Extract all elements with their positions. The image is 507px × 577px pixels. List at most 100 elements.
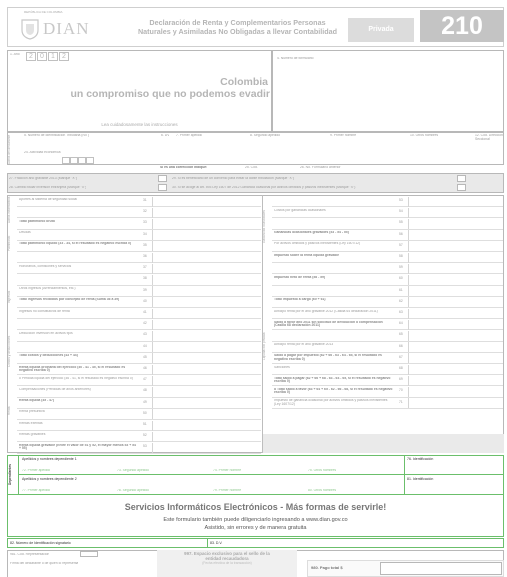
row-value-input[interactable]: [152, 330, 261, 342]
dep1-apellido2[interactable]: 73. Segundo apellido: [117, 469, 149, 473]
side-label-ganancias: Ganancias ocasionales: [262, 210, 266, 244]
dep2-apellido1[interactable]: 77. Primer apellido: [22, 489, 50, 493]
row-value-input[interactable]: [152, 442, 261, 454]
nit-input[interactable]: [22, 140, 158, 149]
row-value-input[interactable]: [152, 409, 261, 420]
row-label: Impuesto neto de renta (58 - 59): [274, 275, 326, 279]
row-value-input[interactable]: [408, 386, 503, 398]
otros-nombres-label: 10. Otros nombres: [410, 134, 439, 137]
privacy-label: Privada: [348, 18, 414, 42]
representation-input[interactable]: [80, 551, 98, 557]
fraccion-label: 27. Fracción año gravable 2013 (Marque "…: [9, 177, 77, 180]
row-value-input[interactable]: [152, 297, 261, 308]
row-value-input[interactable]: [152, 286, 261, 297]
row-number: 31: [143, 198, 147, 202]
row-value-input[interactable]: [152, 353, 261, 364]
row-value-input[interactable]: [152, 218, 261, 230]
row-value-input[interactable]: [152, 207, 261, 218]
dependent-id-divider: [404, 455, 405, 495]
correccion-label: Si es una corrección indique:: [160, 166, 208, 169]
row-label: [274, 332, 394, 342]
row-value-input[interactable]: [152, 241, 261, 252]
row-number: 54: [399, 209, 403, 214]
brand-small-text: REPÚBLICA DE COLOMBIA: [24, 10, 63, 14]
year-digit[interactable]: 2: [26, 52, 36, 61]
row-value-input[interactable]: [152, 263, 261, 274]
row-value-input[interactable]: [152, 274, 261, 286]
row-value-input[interactable]: [408, 230, 503, 241]
dep1-nombre1[interactable]: 74. Primer nombre: [213, 469, 241, 473]
row-value-input[interactable]: [408, 218, 503, 230]
row-number: 66: [399, 343, 403, 348]
row-value-input[interactable]: [408, 286, 503, 297]
row-value-input[interactable]: [408, 398, 503, 409]
row-number: 42: [143, 321, 147, 326]
row-value-input[interactable]: [152, 230, 261, 241]
actividad-input[interactable]: [62, 157, 94, 164]
form-number-field[interactable]: [272, 50, 504, 132]
row-value-input[interactable]: [408, 364, 503, 375]
row-value-input[interactable]: [408, 196, 503, 207]
apellido2-label: 8. Segundo apellido: [250, 134, 280, 137]
row-label: [19, 209, 137, 219]
row-value-input[interactable]: [408, 274, 503, 286]
dependents-tab: Dependientes: [8, 456, 19, 494]
row-value-input[interactable]: [152, 375, 261, 386]
row-number: 38: [143, 276, 147, 281]
year-digit[interactable]: 1: [48, 52, 58, 61]
row-value-input[interactable]: [152, 431, 261, 442]
signatory-divider: [207, 538, 208, 548]
dep2-apellido2[interactable]: 78. Segundo apellido: [117, 489, 149, 493]
fraccion-checkbox[interactable]: [158, 175, 167, 182]
row-value-input[interactable]: [408, 308, 503, 319]
convenio-checkbox[interactable]: [457, 175, 466, 182]
row-label: [19, 254, 137, 264]
bank-stamp-sub: (Fecha efectiva de la transacción): [202, 560, 252, 565]
year-digit[interactable]: 2: [59, 52, 69, 61]
dv-label: 6. DV: [161, 134, 170, 137]
row-value-input[interactable]: [152, 342, 261, 353]
row-value-input[interactable]: [408, 319, 503, 330]
row-value-input[interactable]: [152, 398, 261, 409]
row-value-input[interactable]: [408, 375, 503, 386]
nombre1-label: 9. Primer nombre: [330, 134, 357, 137]
row-number: 50: [143, 410, 147, 415]
payment-label: 980. Pago total $: [311, 566, 343, 570]
row-value-input[interactable]: [408, 252, 503, 263]
row-label: [274, 198, 394, 208]
row-number: 65: [399, 332, 403, 337]
dian-logo: REPÚBLICA DE COLOMBIA DIAN: [14, 10, 112, 44]
anterior-label: 26. No. Formulario anterior: [300, 166, 341, 169]
row-label: Deducción inversión en activos fijos: [19, 331, 73, 335]
row-value-input[interactable]: [408, 207, 503, 218]
row-value-input[interactable]: [408, 241, 503, 252]
row-value-input[interactable]: [408, 342, 503, 353]
row-value-input[interactable]: [408, 297, 503, 308]
row-label: Renta líquida gravable (Entre el valor d…: [19, 443, 136, 451]
signatory-row: [7, 538, 504, 548]
row-value-input[interactable]: [152, 308, 261, 319]
dep1-apellido1[interactable]: 72. Primer apellido: [22, 469, 50, 473]
row-value-input[interactable]: [408, 353, 503, 364]
row-value-input[interactable]: [152, 364, 261, 375]
cambio-checkbox[interactable]: [158, 184, 167, 191]
row-number: 45: [143, 354, 147, 359]
row-value-input[interactable]: [152, 252, 261, 263]
payment-input[interactable]: [380, 562, 502, 575]
row-number: 55: [399, 220, 403, 225]
row-value-input[interactable]: [408, 263, 503, 274]
dep2-nombre1[interactable]: 79. Primer nombre: [213, 489, 241, 493]
row-number: 69: [399, 377, 403, 382]
dep1-otros[interactable]: 75. Otros nombres: [308, 469, 336, 473]
row-value-input[interactable]: [408, 330, 503, 342]
ley1607-checkbox[interactable]: [457, 184, 466, 191]
dep2-otros[interactable]: 80. Otros nombres: [308, 489, 336, 493]
row-label: Total patrimonio bruto: [19, 219, 55, 223]
row-value-input[interactable]: [152, 319, 261, 330]
row-value-input[interactable]: [152, 196, 261, 207]
year-digit[interactable]: 0: [37, 52, 47, 61]
row-value-input[interactable]: [152, 420, 261, 431]
row-value-input[interactable]: [152, 386, 261, 398]
correccion-input[interactable]: [236, 165, 296, 171]
instructions-note: Lea cuidadosamente las instrucciones: [101, 122, 178, 127]
